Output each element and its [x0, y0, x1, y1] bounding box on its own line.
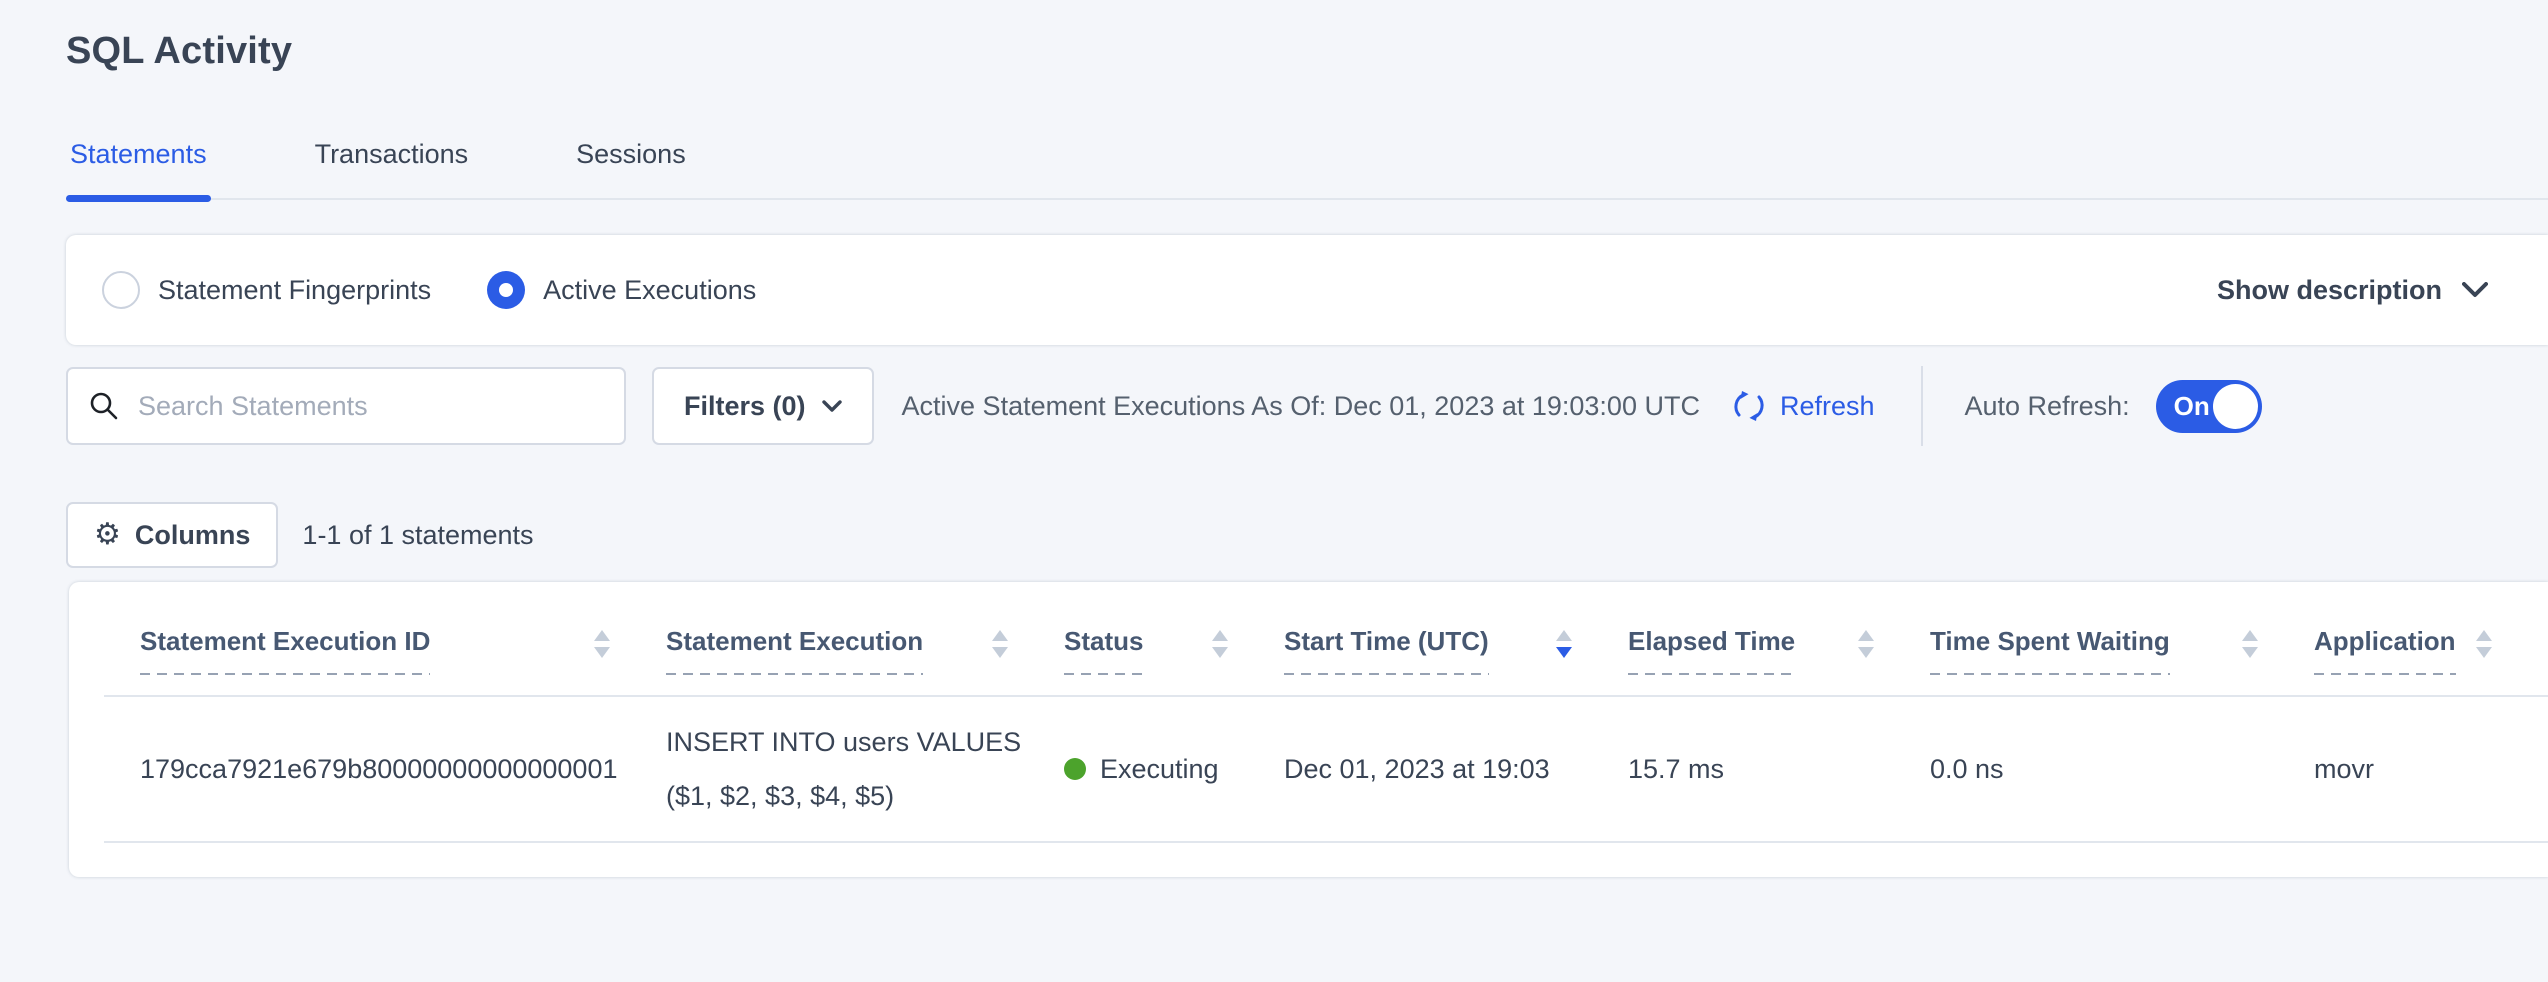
auto-refresh-toggle[interactable]: On: [2156, 380, 2262, 433]
table-row[interactable]: 179cca7921e679b80000000000000001 INSERT …: [104, 696, 2548, 842]
controls-row: Filters (0) Active Statement Executions …: [66, 366, 2548, 446]
radio-statement-fingerprints[interactable]: Statement Fingerprints: [102, 271, 431, 309]
sort-arrows-icon[interactable]: [2476, 630, 2492, 658]
radio-label: Active Executions: [543, 275, 756, 306]
sort-arrows-icon[interactable]: [2242, 630, 2258, 658]
page-title: SQL Activity: [66, 30, 2548, 73]
column-header-start-time[interactable]: Start Time (UTC): [1284, 582, 1628, 696]
show-description-toggle[interactable]: Show description: [2217, 275, 2488, 306]
status-executing-icon: [1064, 758, 1086, 780]
statements-table-card: Statement Execution ID Statement Executi…: [69, 582, 2548, 877]
column-header-status[interactable]: Status: [1064, 582, 1284, 696]
refresh-button[interactable]: Refresh: [1730, 387, 1875, 425]
table-toolbar: ⚙ Columns 1-1 of 1 statements: [66, 502, 2548, 568]
radio-selected-icon[interactable]: [487, 271, 525, 309]
view-mode-radio-group: Statement Fingerprints Active Executions: [102, 271, 756, 309]
filters-button[interactable]: Filters (0): [652, 367, 874, 445]
view-mode-card: Statement Fingerprints Active Executions…: [66, 235, 2548, 345]
search-box[interactable]: [66, 367, 626, 445]
cell-application: movr: [2314, 696, 2548, 842]
search-input[interactable]: [138, 391, 604, 422]
statements-table: Statement Execution ID Statement Executi…: [104, 582, 2548, 843]
columns-button[interactable]: ⚙ Columns: [66, 502, 278, 568]
filters-label: Filters (0): [684, 391, 806, 422]
cell-status: Executing: [1064, 696, 1284, 842]
column-header-statement-execution[interactable]: Statement Execution: [666, 582, 1064, 696]
search-icon: [88, 390, 120, 422]
column-header-elapsed-time[interactable]: Elapsed Time: [1628, 582, 1930, 696]
columns-label: Columns: [135, 520, 251, 551]
show-description-label: Show description: [2217, 275, 2442, 306]
toggle-knob[interactable]: [2213, 384, 2258, 429]
tab-sessions[interactable]: Sessions: [572, 139, 690, 198]
sort-arrows-icon[interactable]: [594, 630, 610, 658]
sort-arrows-icon[interactable]: [1212, 630, 1228, 658]
cell-start-time: Dec 01, 2023 at 19:03: [1284, 696, 1628, 842]
radio-active-executions[interactable]: Active Executions: [487, 271, 756, 309]
column-header-time-spent-waiting[interactable]: Time Spent Waiting: [1930, 582, 2314, 696]
tab-statements[interactable]: Statements: [66, 139, 211, 198]
refresh-label: Refresh: [1780, 391, 1875, 422]
tab-transactions[interactable]: Transactions: [311, 139, 473, 198]
vertical-divider: [1921, 366, 1923, 446]
radio-label: Statement Fingerprints: [158, 275, 431, 306]
result-count: 1-1 of 1 statements: [302, 520, 533, 551]
column-header-statement-execution-id[interactable]: Statement Execution ID: [104, 582, 666, 696]
auto-refresh-label: Auto Refresh:: [1965, 391, 2130, 422]
tab-bar: Statements Transactions Sessions: [66, 139, 2548, 200]
radio-unselected-icon[interactable]: [102, 271, 140, 309]
chevron-down-icon: [822, 400, 842, 413]
sort-arrows-icon[interactable]: [992, 630, 1008, 658]
sort-arrows-icon[interactable]: [1858, 630, 1874, 658]
toggle-state-label: On: [2174, 391, 2210, 422]
gear-icon: ⚙: [94, 520, 121, 550]
cell-time-spent-waiting: 0.0 ns: [1930, 696, 2314, 842]
refresh-icon: [1730, 387, 1768, 425]
as-of-timestamp: Active Statement Executions As Of: Dec 0…: [902, 391, 1700, 422]
cell-execution-id[interactable]: 179cca7921e679b80000000000000001: [104, 696, 666, 842]
cell-statement-execution[interactable]: INSERT INTO users VALUES ($1, $2, $3, $4…: [666, 696, 1064, 842]
cell-elapsed-time: 15.7 ms: [1628, 696, 1930, 842]
sort-arrows-icon[interactable]: [1556, 630, 1572, 658]
chevron-down-icon: [2462, 282, 2488, 298]
column-header-application[interactable]: Application: [2314, 582, 2548, 696]
table-header-row: Statement Execution ID Statement Executi…: [104, 582, 2548, 696]
